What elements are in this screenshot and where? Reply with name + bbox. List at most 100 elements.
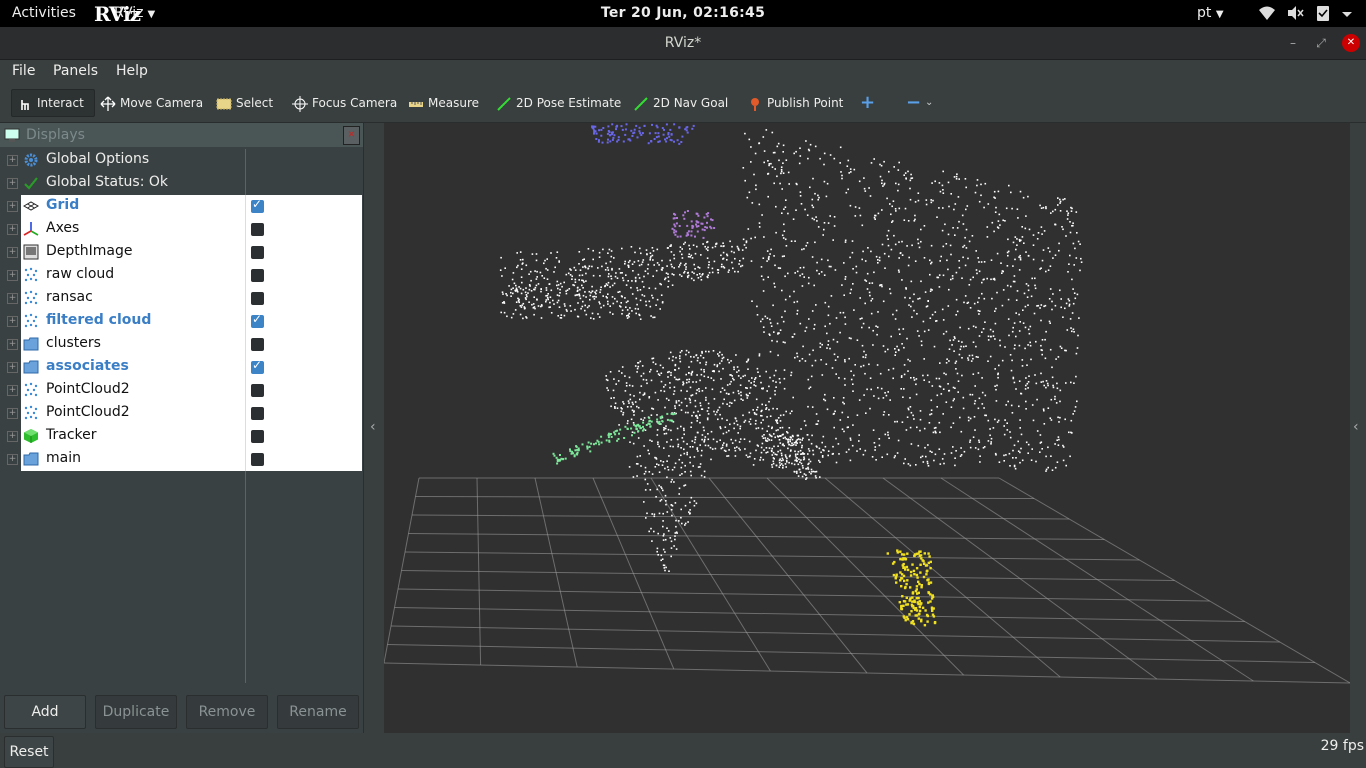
tree-row-depthimage[interactable]: + DepthImage	[0, 241, 362, 264]
menu-file[interactable]: File	[12, 63, 35, 79]
add-tool-plus-icon[interactable]: +	[860, 90, 875, 116]
tree-row-grid[interactable]: + Grid	[0, 195, 362, 218]
publish-point-tool-button[interactable]: Publish Point	[747, 90, 843, 116]
cloud-point	[666, 441, 668, 443]
enable-checkbox[interactable]	[251, 407, 264, 420]
tree-row-pointcloud2[interactable]: + PointCloud2	[0, 402, 362, 425]
cloud-point	[919, 410, 922, 412]
expand-icon[interactable]: +	[7, 201, 18, 212]
cloud-point	[766, 451, 769, 453]
tree-row-associates[interactable]: + associates	[0, 356, 362, 379]
left-dock-collapse-strip[interactable]: ‹	[363, 123, 385, 733]
close-icon[interactable]: ✕	[1342, 34, 1360, 52]
duplicate-button[interactable]: Duplicate	[95, 695, 177, 729]
close-panel-icon[interactable]: ×	[343, 126, 360, 145]
menu-panels[interactable]: Panels	[53, 63, 98, 79]
crosshair-icon	[292, 95, 308, 112]
rename-button[interactable]: Rename	[277, 695, 359, 729]
enable-checkbox[interactable]	[251, 453, 264, 466]
battery-icon[interactable]	[1314, 4, 1332, 22]
cloud-point	[891, 562, 895, 565]
tree-row-ransac[interactable]: + ransac	[0, 287, 362, 310]
expand-icon[interactable]: +	[7, 293, 18, 304]
minimize-icon[interactable]: –	[1284, 34, 1302, 52]
cloud-point	[1008, 184, 1010, 187]
3d-render-viewport[interactable]	[384, 123, 1350, 733]
pose-estimate-tool-button[interactable]: 2D Pose Estimate	[496, 90, 621, 116]
tree-row-pointcloud2[interactable]: + PointCloud2	[0, 379, 362, 402]
point-cloud-scene[interactable]	[384, 123, 1350, 733]
tree-row-raw-cloud[interactable]: + raw cloud	[0, 264, 362, 287]
cloud-point	[631, 401, 634, 404]
wifi-icon[interactable]	[1258, 4, 1276, 22]
enable-checkbox[interactable]	[251, 269, 264, 282]
expand-icon[interactable]: +	[7, 178, 18, 189]
chevron-left-icon[interactable]: ‹	[1353, 419, 1359, 435]
measure-tool-button[interactable]: Measure	[408, 90, 479, 116]
system-menu-caret-icon[interactable]	[1340, 4, 1354, 22]
expand-icon[interactable]: +	[7, 431, 18, 442]
expand-icon[interactable]: +	[7, 339, 18, 350]
cloud-point	[693, 504, 696, 507]
cloud-point	[948, 348, 951, 350]
tree-row-global-status[interactable]: + Global Status: Ok	[0, 172, 362, 195]
cloud-point	[680, 508, 682, 511]
maximize-icon[interactable]: ⤢	[1312, 34, 1330, 52]
expand-icon[interactable]: +	[7, 408, 18, 419]
cloud-point	[835, 373, 837, 375]
enable-checkbox[interactable]	[251, 338, 264, 351]
cloud-point	[648, 420, 651, 423]
enable-checkbox[interactable]	[251, 223, 264, 236]
expand-icon[interactable]: +	[7, 247, 18, 258]
chevron-down-icon[interactable]: ⌄	[925, 90, 933, 116]
menu-help[interactable]: Help	[116, 63, 148, 79]
nav-goal-tool-button[interactable]: 2D Nav Goal	[633, 90, 728, 116]
cloud-point	[863, 350, 865, 353]
enable-checkbox[interactable]	[251, 292, 264, 305]
chevron-left-icon[interactable]: ‹	[370, 419, 376, 435]
remove-tool-minus-icon[interactable]: −	[906, 90, 921, 116]
cloud-point	[914, 614, 917, 617]
reset-button[interactable]: Reset	[4, 736, 54, 768]
tree-row-main[interactable]: + main	[0, 448, 362, 471]
cloud-point	[960, 454, 963, 456]
expand-icon[interactable]: +	[7, 155, 18, 166]
tree-row-axes[interactable]: + Axes	[0, 218, 362, 241]
interact-tool-button[interactable]: Interact	[11, 89, 95, 117]
tree-row-filtered-cloud[interactable]: + filtered cloud	[0, 310, 362, 333]
expand-icon[interactable]: +	[7, 362, 18, 373]
cloud-point	[920, 280, 922, 283]
expand-icon[interactable]: +	[7, 454, 18, 465]
enable-checkbox[interactable]	[251, 384, 264, 397]
enable-checkbox[interactable]	[251, 312, 264, 328]
cloud-point	[791, 442, 793, 444]
cloud-point	[650, 420, 653, 423]
expand-icon[interactable]: +	[7, 385, 18, 396]
clock[interactable]: Ter 20 Jun, 02:16:45	[0, 5, 1366, 21]
tree-row-clusters[interactable]: + clusters	[0, 333, 362, 356]
right-dock-collapse-strip[interactable]: ‹	[1350, 123, 1366, 733]
expand-icon[interactable]: +	[7, 270, 18, 281]
enable-checkbox[interactable]	[251, 197, 264, 213]
cloud-point	[896, 420, 898, 423]
enable-checkbox[interactable]	[251, 246, 264, 259]
select-tool-button[interactable]: Select	[216, 90, 273, 116]
add-button[interactable]: Add	[4, 695, 86, 729]
focus-camera-tool-button[interactable]: Focus Camera	[292, 90, 397, 116]
cloud-point	[631, 280, 633, 282]
window-titlebar[interactable]: RViz* – ⤢ ✕	[0, 27, 1366, 60]
cloud-point	[693, 356, 695, 358]
enable-checkbox[interactable]	[251, 430, 264, 443]
cloud-point	[770, 439, 773, 441]
move-camera-tool-button[interactable]: Move Camera	[100, 90, 203, 116]
cloud-point	[600, 128, 603, 131]
language-indicator[interactable]: pt ▼	[1197, 5, 1224, 21]
expand-icon[interactable]: +	[7, 316, 18, 327]
tree-row-tracker[interactable]: + Tracker	[0, 425, 362, 448]
enable-checkbox[interactable]	[251, 358, 264, 374]
expand-icon[interactable]: +	[7, 224, 18, 235]
remove-button[interactable]: Remove	[186, 695, 268, 729]
volume-muted-icon[interactable]	[1286, 4, 1304, 22]
cloud-point	[722, 367, 724, 370]
tree-row-global-options[interactable]: + Global Options	[0, 149, 362, 172]
